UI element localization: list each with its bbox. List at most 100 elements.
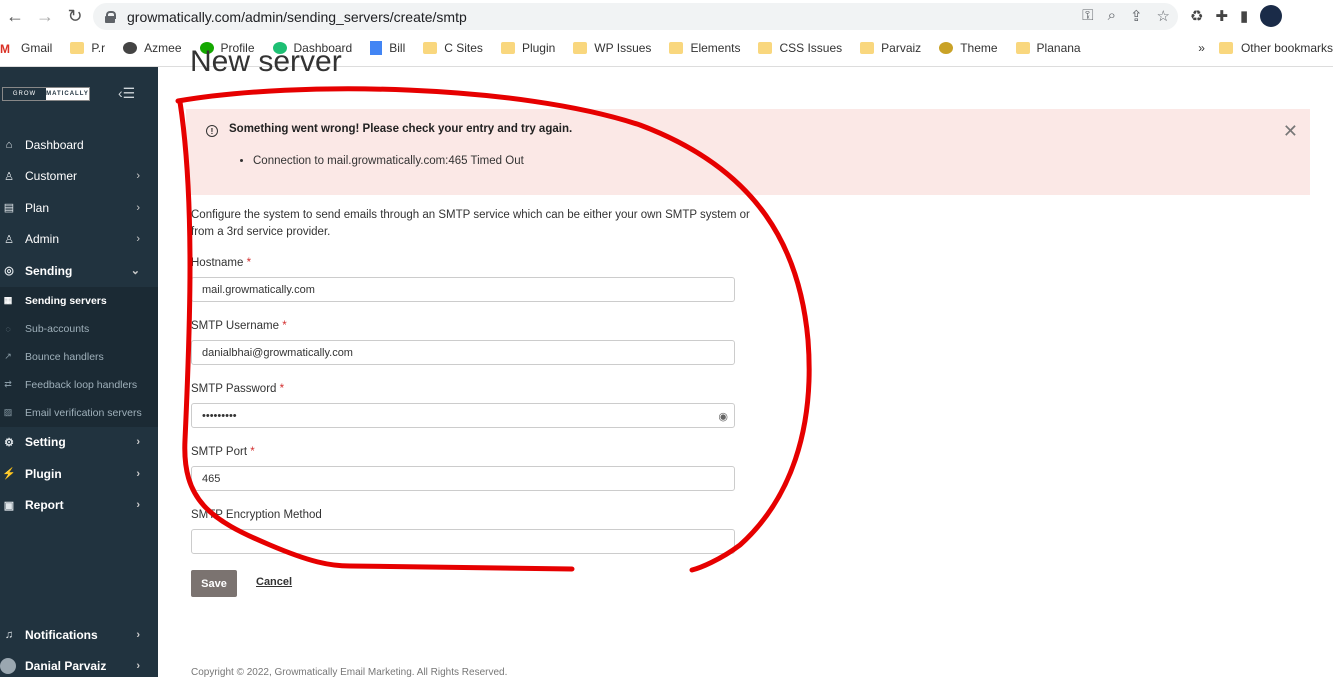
bookmark-c-sites[interactable]: C Sites xyxy=(423,41,483,55)
docs-icon xyxy=(370,41,382,55)
smtp-port-input[interactable]: 465 xyxy=(191,466,735,491)
home-icon: ⌂ xyxy=(2,138,16,152)
plan-icon: ▤ xyxy=(2,201,16,215)
folder-icon xyxy=(669,42,683,54)
sidebar-subitem-bounce-handlers[interactable]: ↗Bounce handlers xyxy=(0,343,158,371)
form-description: Configure the system to send emails thro… xyxy=(191,207,751,241)
verify-icon: ▨ xyxy=(2,407,14,419)
sidebar-item-dashboard[interactable]: ⌂Dashboard xyxy=(0,129,158,161)
chevron-right-icon: › xyxy=(136,660,140,672)
url-text[interactable]: growmatically.com/admin/sending_servers/… xyxy=(127,9,467,25)
bookmark-parvaiz[interactable]: Parvaiz xyxy=(860,41,921,55)
chevron-right-icon: › xyxy=(136,170,140,182)
bookmark-wp-issues[interactable]: WP Issues xyxy=(573,41,651,55)
gear-icon: ⚙ xyxy=(2,435,16,449)
sidebar-item-user[interactable]: Danial Parvaiz› xyxy=(0,651,158,682)
sidebar-menu: ⌂Dashboard ♙Customer› ▤Plan› ♙Admin› ◎Se… xyxy=(0,129,158,521)
forward-icon[interactable]: → xyxy=(30,2,60,32)
bookmark-plugin[interactable]: Plugin xyxy=(501,41,555,55)
smtp-encryption-label: SMTP Encryption Method xyxy=(191,509,322,521)
chevron-right-icon: › xyxy=(136,436,140,448)
share-icon[interactable]: ⇪ xyxy=(1130,7,1143,25)
bookmark-css-issues[interactable]: CSS Issues xyxy=(758,41,842,55)
hostname-input[interactable]: mail.growmatically.com xyxy=(191,277,735,302)
recycle-icon[interactable]: ♻ xyxy=(1190,7,1203,25)
alert-title: Something went wrong! Please check your … xyxy=(229,123,572,135)
chevron-right-icon: › xyxy=(136,233,140,245)
sidebar-item-setting[interactable]: ⚙Setting› xyxy=(0,427,158,459)
folder-icon xyxy=(758,42,772,54)
admin-icon: ♙ xyxy=(2,232,16,246)
sub-account-icon: ◌ xyxy=(2,323,14,335)
reload-icon[interactable]: ↻ xyxy=(60,2,90,32)
sidebar-subitem-sending-servers[interactable]: ▦Sending servers xyxy=(0,287,158,315)
bell-icon: ♫ xyxy=(2,628,16,642)
plugin-icon: ⚡ xyxy=(2,467,16,481)
sidebar-item-plan[interactable]: ▤Plan› xyxy=(0,192,158,224)
feedback-icon: ⇄ xyxy=(2,379,14,391)
warning-icon: ! xyxy=(206,125,218,137)
sidebar-item-sending[interactable]: ◎Sending⌄ xyxy=(0,255,158,287)
user-icon: ♙ xyxy=(2,169,16,183)
smtp-port-label: SMTP Port * xyxy=(191,446,255,458)
other-bookmarks[interactable]: Other bookmarks xyxy=(1241,41,1333,55)
zoom-icon[interactable]: ⌕ xyxy=(1108,7,1116,25)
chevron-right-icon: › xyxy=(136,499,140,511)
sidebar-item-report[interactable]: ▣Report› xyxy=(0,490,158,522)
smtp-password-input[interactable]: •••••••••◉ xyxy=(191,403,735,428)
collapse-menu-icon[interactable]: ‹☰ xyxy=(118,85,135,102)
sidebar-subitem-feedback-loop[interactable]: ⇄Feedback loop handlers xyxy=(0,371,158,399)
bookmark-elements[interactable]: Elements xyxy=(669,41,740,55)
close-icon[interactable]: ✕ xyxy=(1283,121,1298,142)
smtp-encryption-select[interactable] xyxy=(191,529,735,554)
folder-icon xyxy=(1219,42,1233,54)
chevron-right-icon: › xyxy=(136,629,140,641)
profile-avatar[interactable] xyxy=(1260,5,1282,27)
report-icon: ▣ xyxy=(2,498,16,512)
bounce-icon: ↗ xyxy=(2,351,14,363)
folder-icon xyxy=(573,42,587,54)
alert-error-list: Connection to mail.growmatically.com:465… xyxy=(253,155,524,167)
bookmark-theme[interactable]: Theme xyxy=(939,41,997,55)
folder-icon xyxy=(860,42,874,54)
bookmark-azmee[interactable]: Azmee xyxy=(123,41,181,55)
chevron-right-icon: › xyxy=(136,468,140,480)
gmail-icon: M xyxy=(0,42,14,54)
sidebar-subitem-email-verification[interactable]: ▨Email verification servers xyxy=(0,399,158,427)
cancel-link[interactable]: Cancel xyxy=(256,576,292,588)
sidebar-item-plugin[interactable]: ⚡Plugin› xyxy=(0,458,158,490)
bookmark-pr[interactable]: P.r xyxy=(70,41,105,55)
smtp-username-input[interactable]: danialbhai@growmatically.com xyxy=(191,340,735,365)
bookmark-bill[interactable]: Bill xyxy=(370,41,405,55)
back-icon[interactable]: ← xyxy=(0,2,30,32)
sidebar: GROW MATICALLY ‹☰ ⌂Dashboard ♙Customer› … xyxy=(0,67,158,677)
hostname-label: Hostname * xyxy=(191,257,251,269)
bookmarks-overflow[interactable]: » xyxy=(1198,41,1205,55)
sidebar-item-notifications[interactable]: ♫Notifications› xyxy=(0,619,158,651)
globe-icon xyxy=(123,42,137,54)
key-icon[interactable]: ⚿ xyxy=(1082,7,1093,25)
eye-icon[interactable]: ◉ xyxy=(718,410,728,423)
sidebar-item-customer[interactable]: ♙Customer› xyxy=(0,161,158,193)
folder-icon xyxy=(1016,42,1030,54)
browser-toolbar: ← → ↻ growmatically.com/admin/sending_se… xyxy=(0,0,1333,33)
footer-copyright: Copyright © 2022, Growmatically Email Ma… xyxy=(191,667,507,678)
puzzle-icon[interactable]: ✚ xyxy=(1215,7,1228,25)
logo[interactable]: GROW MATICALLY xyxy=(2,87,90,101)
sidebar-item-admin[interactable]: ♙Admin› xyxy=(0,224,158,256)
folder-icon xyxy=(70,42,84,54)
server-icon: ▦ xyxy=(2,295,14,307)
error-alert: ! Something went wrong! Please check you… xyxy=(186,109,1310,195)
save-button[interactable]: Save xyxy=(191,570,237,597)
sending-submenu: ▦Sending servers ◌Sub-accounts ↗Bounce h… xyxy=(0,287,158,427)
folder-icon xyxy=(501,42,515,54)
star-icon[interactable]: ☆ xyxy=(1157,7,1170,25)
wordpress-icon xyxy=(939,42,953,54)
sidebar-subitem-sub-accounts[interactable]: ◌Sub-accounts xyxy=(0,315,158,343)
bookmark-planana[interactable]: Planana xyxy=(1016,41,1081,55)
sidepanel-icon[interactable]: ▮ xyxy=(1240,7,1248,25)
address-bar[interactable]: growmatically.com/admin/sending_servers/… xyxy=(93,3,1178,30)
alert-error-item: Connection to mail.growmatically.com:465… xyxy=(253,155,524,167)
bookmark-gmail[interactable]: MGmail xyxy=(0,41,52,55)
folder-icon xyxy=(423,42,437,54)
